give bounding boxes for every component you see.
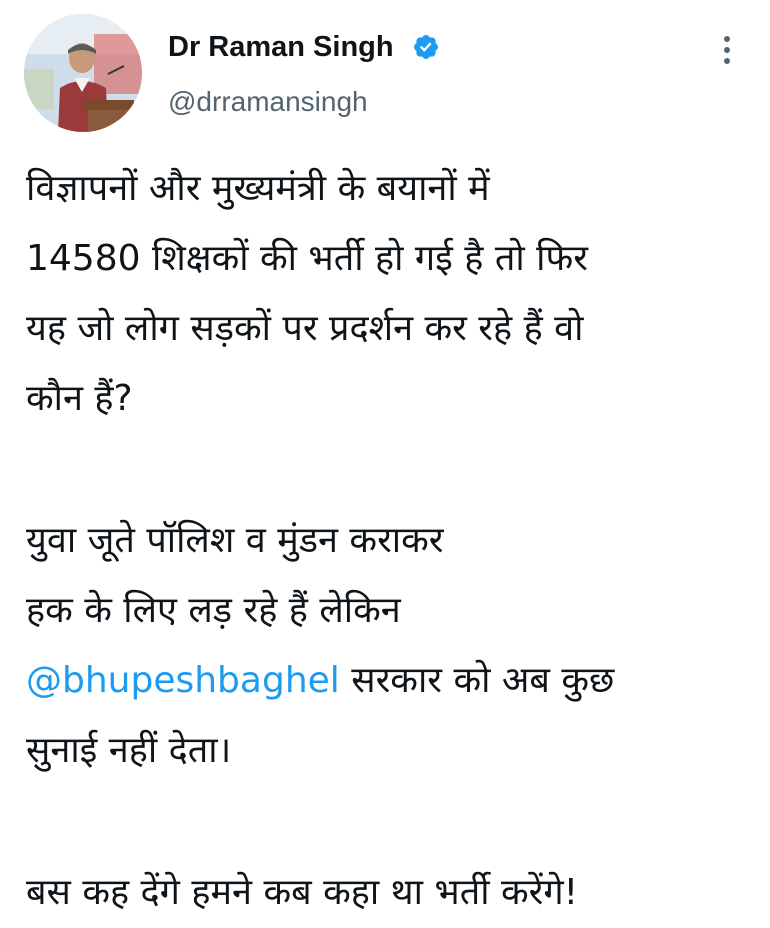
tweet-line: 14580 शिक्षकों की भर्ती हो गई है तो फिर — [26, 238, 588, 279]
tweet-line: बस कह देंगे हमने कब कहा था भर्ती करेंगे! — [26, 872, 579, 913]
tweet-line-with-mention: @bhupeshbaghel सरकार को अब कुछ — [26, 646, 756, 716]
more-vertical-icon[interactable] — [712, 32, 742, 68]
tweet-text: विज्ञापनों और मुख्यमंत्री के बयानों में … — [26, 154, 756, 928]
tweet-line: कौन हैं? — [26, 378, 133, 419]
tweet-header: Dr Raman Singh @drramansingh — [0, 0, 770, 140]
tweet-line: यह जो लोग सड़कों पर प्रदर्शन कर रहे हैं … — [26, 308, 584, 349]
profile-photo — [24, 14, 142, 132]
tweet-line: विज्ञापनों और मुख्यमंत्री के बयानों में — [26, 168, 490, 209]
tweet-line: सुनाई नहीं देता। — [26, 730, 232, 771]
display-name[interactable]: Dr Raman Singh — [168, 30, 394, 64]
mention-link[interactable]: @bhupeshbaghel — [26, 660, 340, 701]
user-handle[interactable]: @drramansingh — [168, 86, 368, 118]
tweet-line: युवा जूते पॉलिश व मुंडन कराकर — [26, 520, 444, 561]
avatar[interactable] — [24, 14, 142, 132]
tweet-line-rest: सरकार को अब कुछ — [339, 660, 615, 701]
tweet-line: हक के लिए लड़ रहे हैं लेकिन — [26, 590, 401, 631]
verified-badge-icon — [414, 35, 438, 59]
